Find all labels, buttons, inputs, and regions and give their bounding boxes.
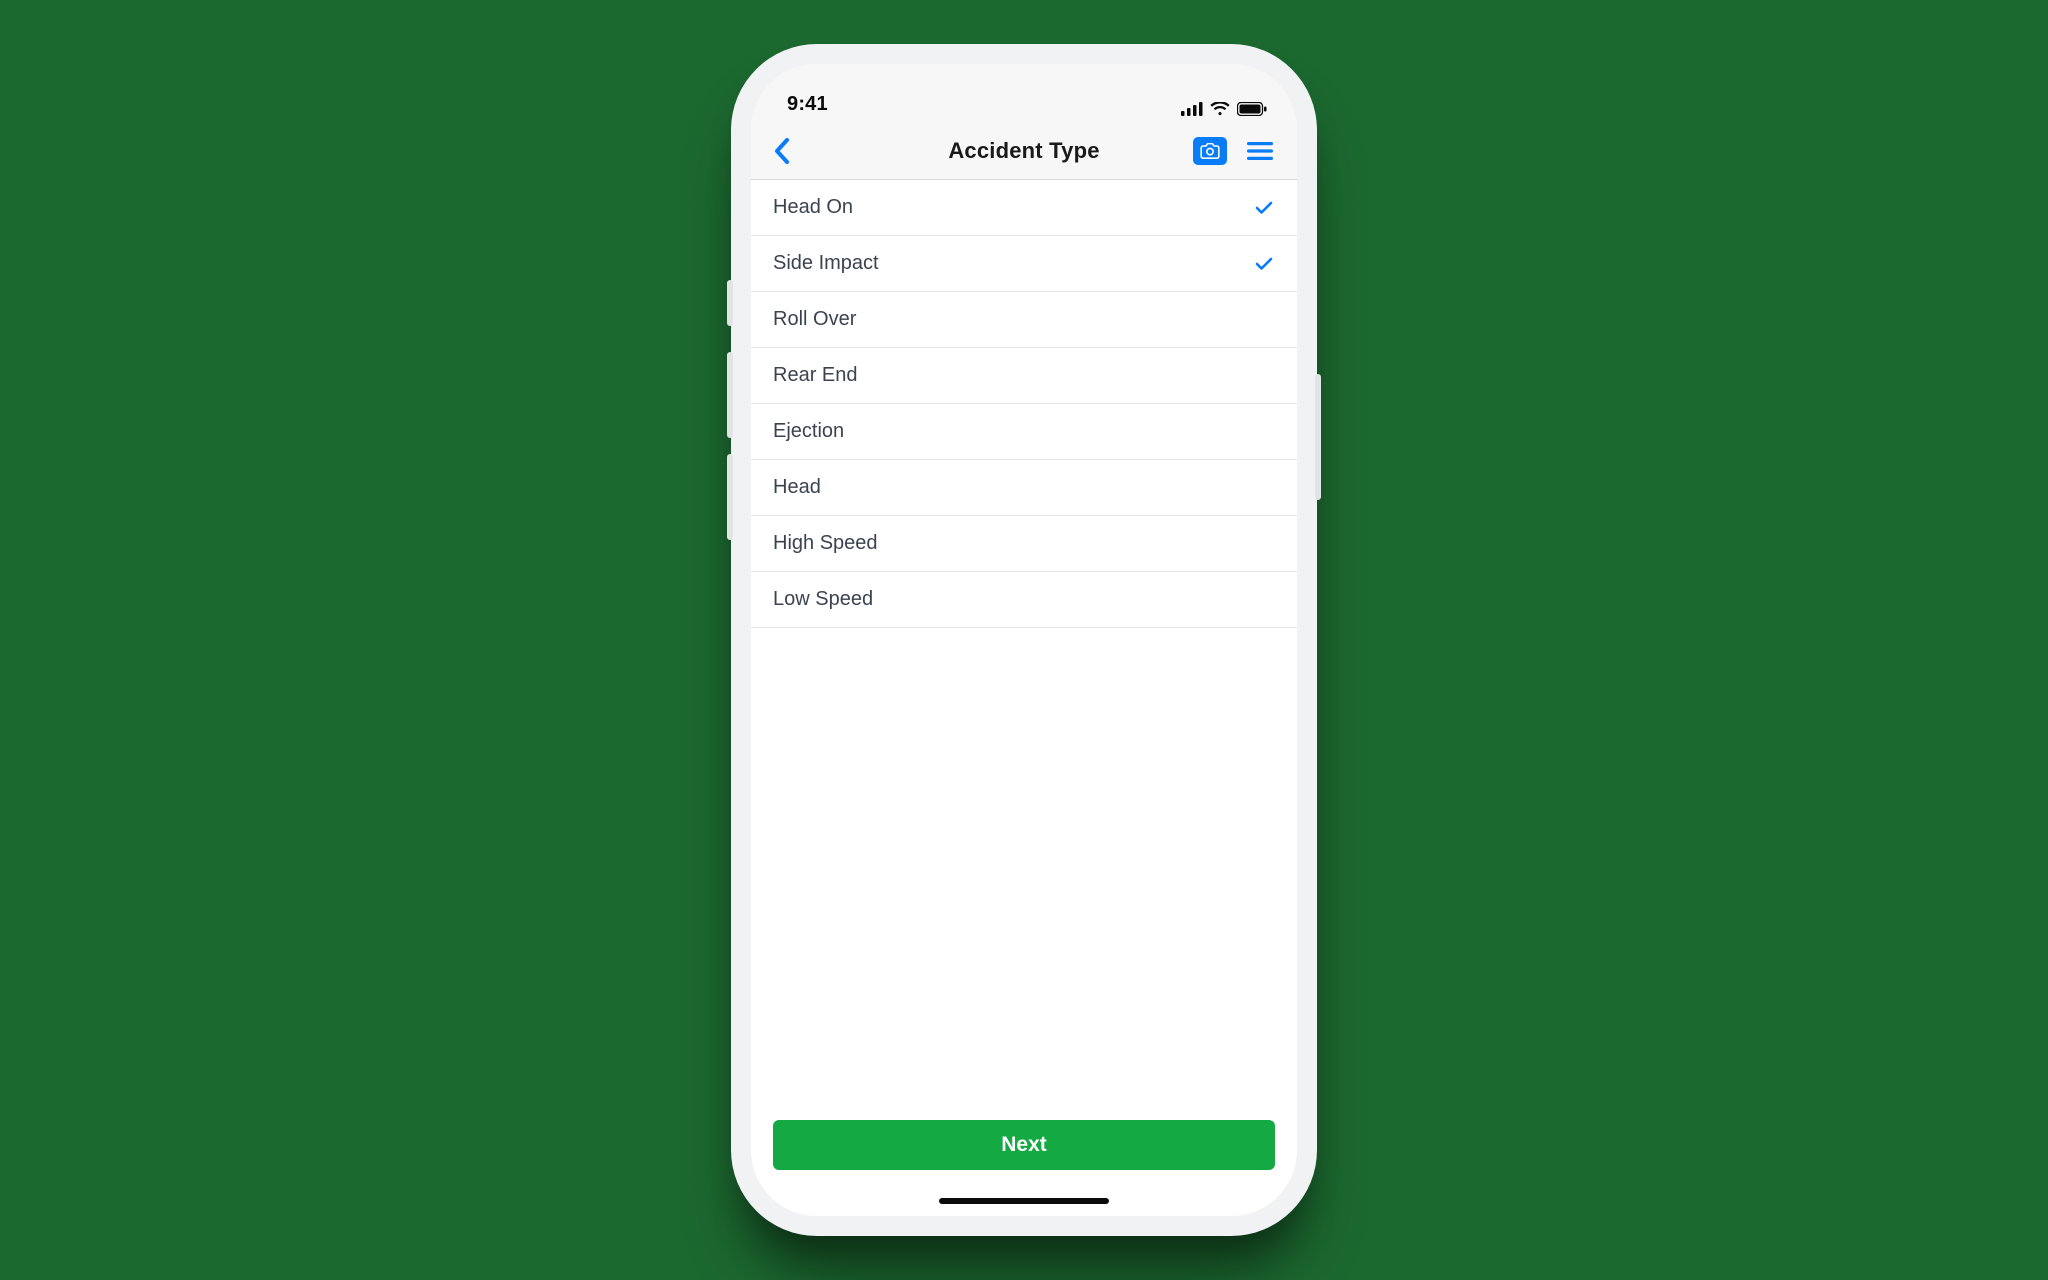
device-side-button [1315, 374, 1321, 500]
list-item[interactable]: Rear End [751, 348, 1297, 404]
battery-icon [1237, 102, 1267, 116]
wifi-icon [1210, 102, 1230, 116]
back-button[interactable] [767, 131, 797, 171]
camera-button[interactable] [1193, 137, 1227, 165]
menu-button[interactable] [1241, 135, 1279, 167]
list-item-label: High Speed [773, 532, 878, 555]
list-item[interactable]: High Speed [751, 516, 1297, 572]
list-item-label: Roll Over [773, 308, 856, 331]
page-title: Accident Type [873, 138, 1175, 164]
list-item[interactable]: Head [751, 460, 1297, 516]
device-volume-down [727, 454, 733, 540]
list-item-label: Low Speed [773, 588, 873, 611]
list-item-label: Head [773, 476, 821, 499]
chevron-left-icon [773, 137, 791, 165]
navbar: Accident Type [751, 122, 1297, 180]
footer: Next [751, 1102, 1297, 1216]
list-item-label: Side Impact [773, 252, 879, 275]
status-icons [1181, 102, 1267, 116]
list-item-label: Rear End [773, 364, 858, 387]
status-bar: 9:41 [751, 64, 1297, 122]
device-mute-switch [727, 280, 733, 326]
list-item[interactable]: Low Speed [751, 572, 1297, 628]
checkmark-icon [1253, 257, 1275, 271]
list-item-label: Head On [773, 196, 853, 219]
device-volume-up [727, 352, 733, 438]
status-time: 9:41 [787, 93, 828, 116]
accident-type-list: Head On Side Impact Roll Over Rear End Eject… [751, 180, 1297, 1102]
list-item[interactable]: Roll Over [751, 292, 1297, 348]
next-button[interactable]: Next [773, 1120, 1275, 1170]
page-background: 9:41 [0, 0, 2048, 1280]
checkmark-icon [1253, 201, 1275, 215]
home-indicator [939, 1198, 1109, 1204]
cellular-icon [1181, 102, 1203, 116]
list-item[interactable]: Ejection [751, 404, 1297, 460]
phone-frame: 9:41 [731, 44, 1317, 1236]
list-item[interactable]: Head On [751, 180, 1297, 236]
hamburger-icon [1247, 141, 1273, 161]
camera-icon [1200, 143, 1220, 159]
list-item[interactable]: Side Impact [751, 236, 1297, 292]
list-item-label: Ejection [773, 420, 844, 443]
phone-screen: 9:41 [751, 64, 1297, 1216]
